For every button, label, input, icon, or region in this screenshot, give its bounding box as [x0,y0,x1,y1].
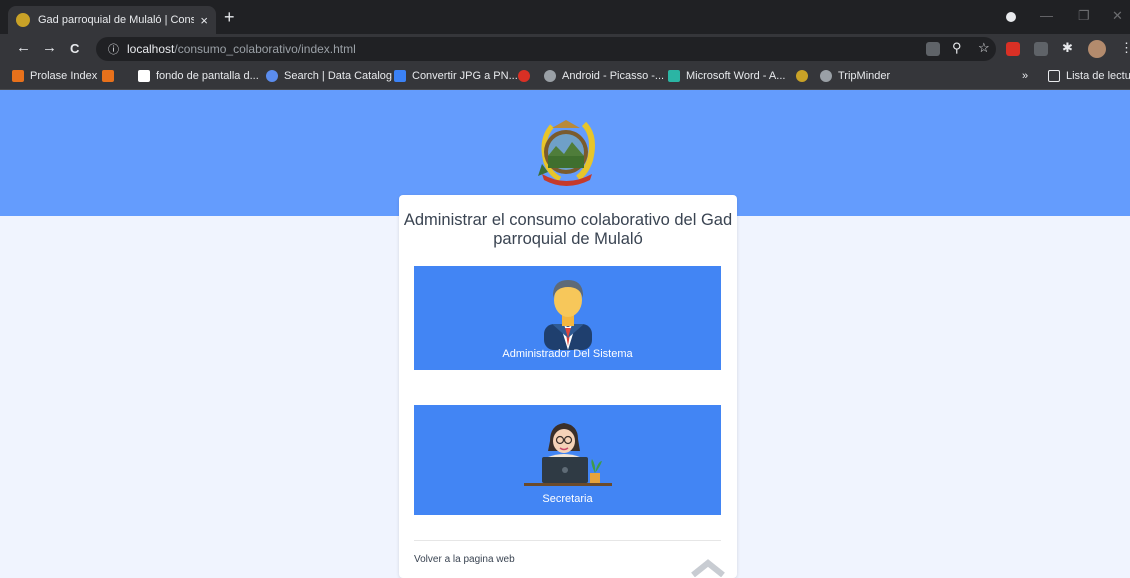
bookmarks-bar: Prolase Index fondo de pantalla d... Sea… [0,64,1130,90]
bookmark-favicon-icon [12,70,24,82]
bookmark-favicon-icon [518,70,530,82]
reload-button[interactable]: C [70,41,79,56]
chevron-double-right-icon: » [1022,70,1029,82]
maximize-button[interactable]: ❐ [1078,8,1090,24]
bookmark-circle[interactable] [518,70,536,82]
browser-tab[interactable]: Gad parroquial de Mulaló | Cons × [8,6,216,34]
bookmark-favicon-icon [266,70,278,82]
bookmark-android-picasso[interactable]: Android - Picasso -... [544,70,664,82]
bookmark-tripminder[interactable]: TripMinder [820,70,890,82]
bookmark-data-catalog[interactable]: Search | Data Catalog [266,70,392,82]
close-window-button[interactable]: ✕ [1112,8,1123,24]
admin-role-label: Administrador Del Sistema [502,348,633,360]
reading-list-label: Lista de lectura [1066,70,1130,82]
site-info-icon[interactable]: ⓘ [108,41,119,57]
reading-list-icon [1048,70,1060,82]
bookmark-star-icon[interactable]: ☆ [978,40,990,56]
tab-title: Gad parroquial de Mulaló | Cons [38,14,195,26]
forward-button[interactable]: → [42,39,57,56]
bookmark-favicon-icon [394,70,406,82]
minimize-button[interactable]: — [1040,8,1053,23]
globe-icon [820,70,832,82]
browser-menu-icon[interactable]: ⋮ [1120,40,1130,56]
bookmark-favicon-icon [668,70,680,82]
bookmark-favicon-icon [796,70,808,82]
bookmark-label: fondo de pantalla d... [156,70,259,82]
extension-red-icon[interactable] [1006,42,1020,56]
bookmark-favicon-icon [102,70,114,82]
card-divider [414,540,721,541]
reading-list-button[interactable]: Lista de lectura [1048,70,1130,82]
new-tab-button[interactable]: + [224,7,235,28]
site-favicon-icon [16,13,30,27]
address-bar[interactable]: ⓘ localhost /consumo_colaborativo/index.… [96,37,996,61]
browser-toolbar: ← → C ⓘ localhost /consumo_colaborativo/… [0,34,1130,64]
tab-close-icon[interactable]: × [200,13,208,28]
secretary-role-label: Secretaria [542,493,593,505]
bookmark-prolase-index[interactable]: Prolase Index [12,70,97,82]
bookmark-label: Search | Data Catalog [284,70,393,82]
tab-search-icon[interactable] [1006,12,1016,22]
page-title: Administrar el consumo colaborativo del … [403,211,733,248]
bookmark-fondo-pantalla[interactable]: fondo de pantalla d... [138,70,259,82]
extensions-puzzle-icon[interactable]: ✱ [1062,40,1073,56]
bookmark-label: Microsoft Word - A... [686,70,786,82]
login-role-card: Administrar el consumo colaborativo del … [399,195,737,578]
bookmarks-overflow-button[interactable]: » [1022,70,1028,82]
bookmark-label: Android - Picasso -... [562,70,665,82]
back-button[interactable]: ← [16,39,31,56]
translate-icon[interactable] [926,42,940,56]
secretary-role-button[interactable]: Secretaria [414,405,721,515]
browser-tab-bar: Gad parroquial de Mulaló | Cons × + — ❐ … [0,0,1130,34]
profile-avatar-icon[interactable] [1088,40,1106,58]
bookmark-etsy[interactable] [102,70,120,82]
administrator-avatar-icon [544,280,592,350]
secretary-avatar-icon [524,423,612,486]
bookmark-label: Prolase Index [30,70,98,82]
scroll-to-top-chevron-icon[interactable] [691,559,725,577]
bookmark-microsoft-word[interactable]: Microsoft Word - A... [668,70,785,82]
back-to-website-link[interactable]: Volver a la pagina web [414,554,515,565]
parish-emblem-logo [538,120,595,186]
extension-grey-icon[interactable] [1034,42,1048,56]
bookmark-convertir-jpg[interactable]: Convertir JPG a PN... [394,70,518,82]
zoom-icon[interactable]: ⚲ [952,40,962,56]
globe-icon [544,70,556,82]
url-path: /consumo_colaborativo/index.html [174,42,356,56]
admin-role-button[interactable]: Administrador Del Sistema [414,266,721,370]
bookmark-gold[interactable] [796,70,814,82]
bookmark-favicon-icon [138,70,150,82]
bookmark-label: TripMinder [838,70,891,82]
bookmark-label: Convertir JPG a PN... [412,70,518,82]
url-host: localhost [127,42,175,56]
